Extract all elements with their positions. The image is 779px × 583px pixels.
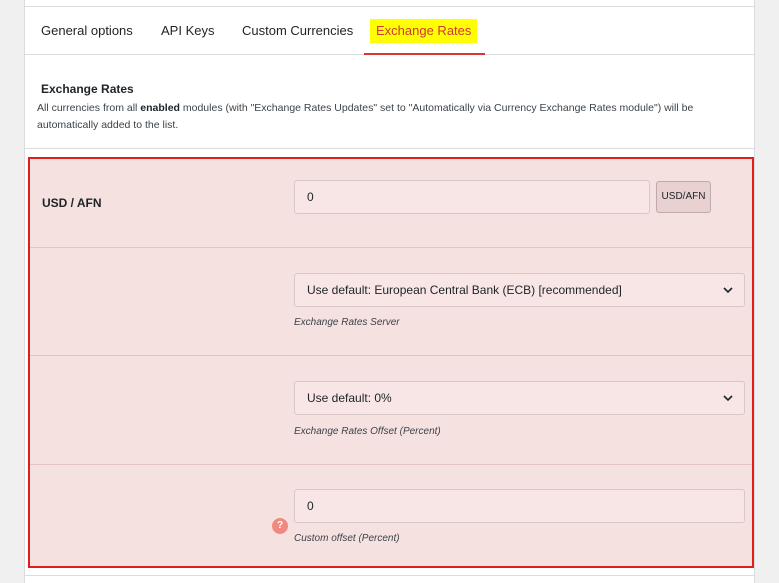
section-title: Exchange Rates: [41, 82, 134, 96]
row-divider: [30, 464, 752, 465]
exchange-rate-input[interactable]: 0: [294, 180, 650, 214]
exchange-rates-server-hint: Exchange Rates Server: [294, 317, 400, 328]
tab-exchange-rates-label: Exchange Rates: [370, 19, 478, 43]
chevron-down-icon: [723, 395, 733, 402]
exchange-rates-offset-select[interactable]: Use default: 0%: [294, 381, 745, 415]
section-divider: [25, 148, 754, 149]
tab-custom-currencies[interactable]: Custom Currencies: [242, 7, 353, 55]
tab-api-keys[interactable]: API Keys: [161, 7, 214, 55]
tab-exchange-rates[interactable]: Exchange Rates: [370, 7, 478, 55]
currency-pair-button[interactable]: USD/AFN: [656, 181, 711, 213]
settings-panel: General options API Keys Custom Currenci…: [24, 0, 755, 583]
help-icon[interactable]: ?: [272, 518, 288, 534]
exchange-rates-offset-value: Use default: 0%: [307, 391, 392, 405]
highlighted-settings-box: USD / AFN 0 USD/AFN Use default: Europea…: [28, 157, 754, 568]
exchange-rates-server-select[interactable]: Use default: European Central Bank (ECB)…: [294, 273, 745, 307]
custom-offset-hint: Custom offset (Percent): [294, 533, 400, 544]
section-header: Exchange Rates All currencies from all e…: [37, 82, 742, 134]
row-divider: [30, 355, 752, 356]
active-tab-indicator: [364, 53, 485, 55]
section-description-start: All currencies from all: [37, 102, 141, 114]
section-description-bold: enabled: [140, 102, 180, 114]
currency-pair-label: USD / AFN: [42, 196, 102, 210]
section-description: All currencies from all enabled modules …: [37, 100, 742, 134]
tab-general-options[interactable]: General options: [41, 7, 133, 55]
exchange-rates-offset-hint: Exchange Rates Offset (Percent): [294, 426, 441, 437]
bottom-divider: [25, 575, 754, 576]
row-divider: [30, 247, 752, 248]
tab-bar: General options API Keys Custom Currenci…: [25, 7, 754, 55]
custom-offset-input[interactable]: 0: [294, 489, 745, 523]
chevron-down-icon: [723, 287, 733, 294]
exchange-rates-server-value: Use default: European Central Bank (ECB)…: [307, 283, 622, 297]
